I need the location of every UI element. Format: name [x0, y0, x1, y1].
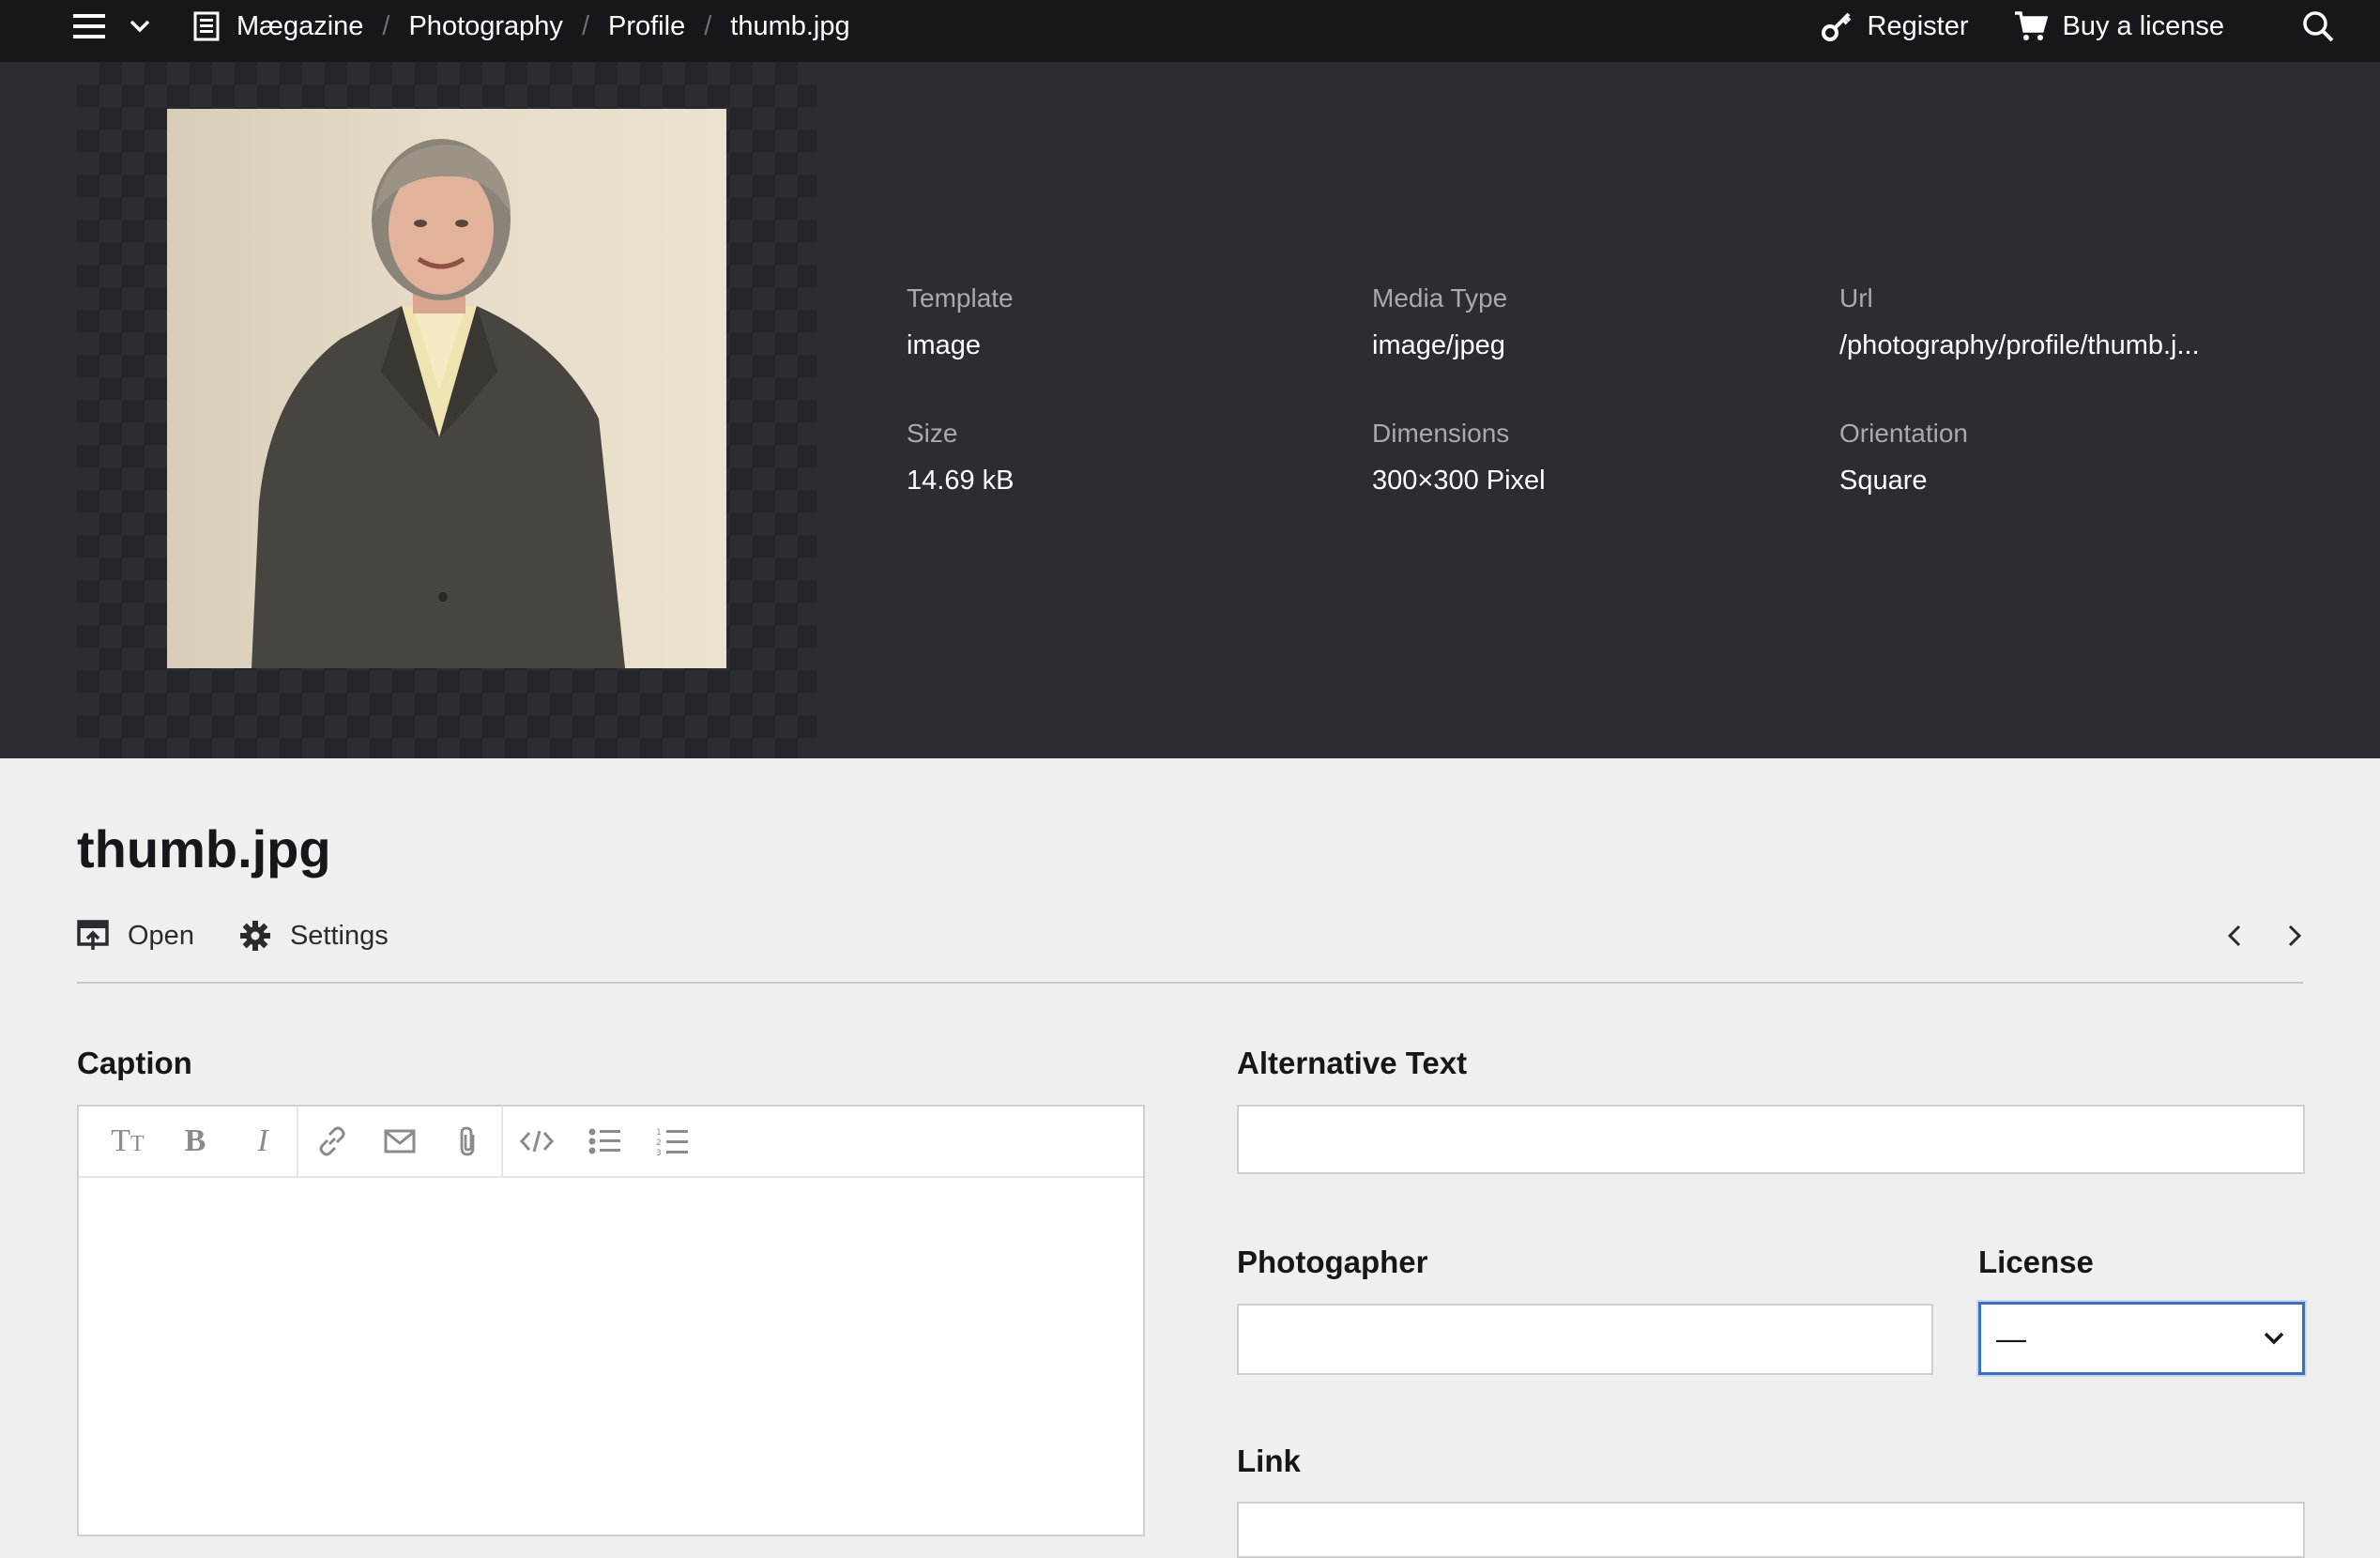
chevron-down-icon: [130, 20, 150, 33]
meta-label: Media Type: [1372, 283, 1508, 313]
breadcrumb-separator: /: [704, 10, 712, 41]
meta-value: image/jpeg: [1372, 330, 1505, 360]
headings-icon[interactable]: TT: [94, 1106, 161, 1177]
settings-button[interactable]: Settings: [239, 920, 389, 952]
alt-text-label: Alternative Text: [1237, 1046, 1468, 1080]
link-label: Link: [1237, 1443, 1301, 1478]
key-icon: [1821, 12, 1851, 41]
file-preview-area: Template image Media Type image/jpeg Url…: [0, 62, 2380, 758]
hamburger-icon: [73, 14, 105, 38]
meta-value: 14.69 kB: [907, 466, 1015, 496]
breadcrumb-profile[interactable]: Profile: [608, 11, 685, 42]
open-label: Open: [128, 920, 194, 951]
buy-license-link[interactable]: Buy a license: [2014, 10, 2225, 42]
portrait-image: [167, 109, 726, 668]
top-nav-right: Register Buy a license: [1821, 0, 2336, 53]
code-icon[interactable]: [503, 1106, 571, 1177]
svg-text:3: 3: [656, 1149, 662, 1156]
breadcrumb: Mægazine / Photography / Profile / thumb…: [193, 0, 850, 53]
meta-label: Size: [907, 419, 958, 448]
alt-text-input[interactable]: [1237, 1105, 2305, 1174]
cart-icon: [2014, 11, 2048, 40]
ordered-list-icon[interactable]: 123: [638, 1106, 706, 1177]
file-actions: Open Settings: [77, 914, 389, 957]
page-icon: [193, 11, 220, 41]
bullet-list-icon[interactable]: [571, 1106, 638, 1177]
svg-text:2: 2: [656, 1138, 662, 1148]
attachment-icon[interactable]: [434, 1106, 501, 1177]
chevron-left-icon[interactable]: [2226, 924, 2243, 948]
meta-orientation: Orientation Square: [1839, 419, 1968, 496]
meta-dimensions: Dimensions 300×300 Pixel: [1372, 419, 1546, 496]
meta-size: Size 14.69 kB: [907, 419, 1014, 496]
license-select[interactable]: —: [1978, 1302, 2305, 1375]
breadcrumb-file[interactable]: thumb.jpg: [730, 11, 849, 42]
breadcrumb-photography[interactable]: Photography: [408, 11, 562, 42]
meta-value: image: [907, 330, 981, 360]
photographer-input[interactable]: [1237, 1304, 1933, 1375]
license-selected-value: —: [1996, 1321, 2026, 1355]
gear-icon: [239, 921, 270, 951]
link-input[interactable]: [1237, 1502, 2305, 1558]
settings-label: Settings: [289, 920, 389, 951]
meta-value: Square: [1839, 466, 1928, 496]
breadcrumb-separator: /: [581, 10, 589, 41]
meta-template: Template image: [907, 283, 1014, 361]
meta-url-link[interactable]: /photography/profile/thumb.j...: [1839, 330, 2200, 361]
meta-label: Dimensions: [1372, 419, 1510, 448]
caption-label: Caption: [77, 1046, 192, 1080]
file-pager: [2226, 914, 2303, 957]
register-label: Register: [1867, 10, 1969, 41]
top-bar: Mægazine / Photography / Profile / thumb…: [0, 0, 2380, 62]
chevron-down-icon: [2264, 1332, 2284, 1345]
section-divider: [77, 982, 2303, 984]
image-preview[interactable]: [167, 109, 726, 668]
open-file-icon: [77, 920, 109, 950]
photographer-label: Photogapher: [1237, 1245, 1428, 1279]
search-icon[interactable]: [2301, 9, 2335, 43]
caption-text-area[interactable]: [79, 1178, 1143, 1535]
italic-icon[interactable]: I: [229, 1106, 297, 1177]
main-menu-button[interactable]: [73, 0, 150, 53]
chevron-right-icon[interactable]: [2286, 924, 2303, 948]
svg-text:1: 1: [656, 1128, 662, 1138]
page-title: thumb.jpg: [77, 819, 331, 878]
meta-value: 300×300 Pixel: [1372, 466, 1546, 496]
bold-icon[interactable]: B: [161, 1106, 229, 1177]
caption-editor[interactable]: TT B I 123: [77, 1105, 1145, 1536]
license-label: License: [1978, 1245, 2094, 1279]
meta-media-type: Media Type image/jpeg: [1372, 283, 1507, 361]
meta-label: Template: [907, 283, 1014, 313]
breadcrumb-separator: /: [382, 10, 390, 41]
breadcrumb-site[interactable]: Mægazine: [236, 11, 363, 42]
open-button[interactable]: Open: [77, 920, 194, 952]
meta-label: Url: [1839, 283, 1873, 313]
meta-label: Orientation: [1839, 419, 1968, 448]
register-link[interactable]: Register: [1821, 10, 1969, 42]
meta-url: Url /photography/profile/thumb.j...: [1839, 283, 2200, 361]
link-icon[interactable]: [298, 1106, 366, 1177]
editor-toolbar: TT B I 123: [79, 1106, 1143, 1178]
buy-license-label: Buy a license: [2062, 10, 2225, 41]
email-icon[interactable]: [366, 1106, 434, 1177]
